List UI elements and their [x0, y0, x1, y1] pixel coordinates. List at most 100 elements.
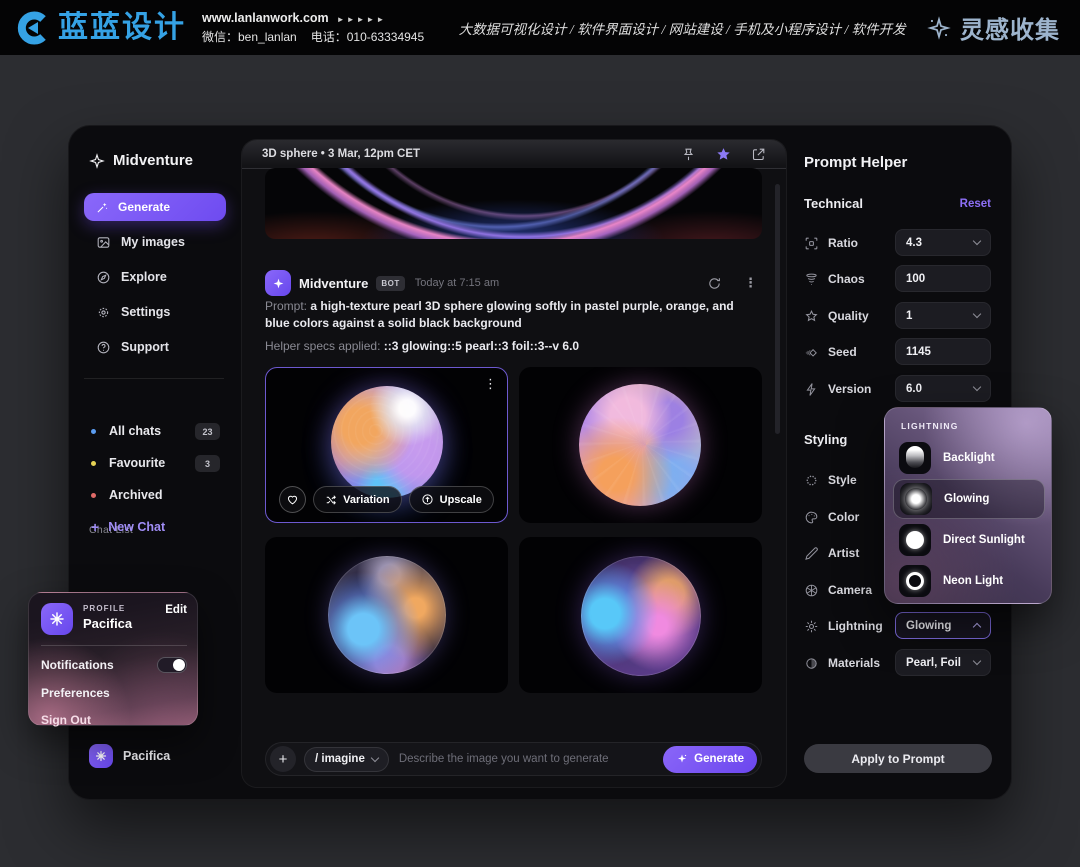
- bot-message-header: Midventure BOT Today at 7:15 am ⋮: [265, 270, 765, 296]
- quality-label: Quality: [828, 309, 869, 323]
- sidebar-item-generate[interactable]: Generate: [84, 193, 226, 221]
- site-logo[interactable]: 蓝蓝设计: [14, 10, 186, 46]
- sidebar-item-label: Support: [121, 340, 169, 354]
- swirl-sphere-image: [579, 384, 701, 506]
- red-dot-icon: [91, 493, 96, 498]
- materials-label: Materials: [828, 656, 880, 670]
- profile-kicker: PROFILE: [83, 604, 132, 613]
- chevron-up-icon: [973, 623, 981, 631]
- app-brand-name: Midventure: [113, 152, 193, 169]
- variation-button[interactable]: Variation: [313, 486, 401, 513]
- compass-icon: [96, 270, 111, 285]
- seed-layers-icon: [804, 345, 819, 360]
- apply-to-prompt-button[interactable]: Apply to Prompt: [804, 744, 992, 773]
- panel-title: Prompt Helper: [804, 154, 907, 171]
- regenerate-icon[interactable]: [707, 276, 722, 291]
- chat-scrollbar[interactable]: [775, 184, 780, 434]
- midventure-logo-icon: [89, 153, 105, 169]
- lighting-option-glowing[interactable]: Glowing: [893, 479, 1045, 519]
- new-chat-button[interactable]: + New Chat: [91, 516, 165, 538]
- materials-value: Pearl, Foil: [906, 657, 961, 669]
- shuffle-icon: [325, 494, 337, 506]
- ratio-crop-icon: [804, 236, 819, 251]
- generated-image-3[interactable]: [265, 537, 508, 693]
- materials-select[interactable]: Pearl, Foil: [895, 649, 991, 676]
- upscale-label: Upscale: [440, 494, 482, 506]
- prompt-label: Prompt:: [265, 299, 307, 313]
- generate-label: Generate: [694, 753, 744, 765]
- lighting-option-direct-sunlight[interactable]: Direct Sunlight: [893, 520, 1045, 560]
- chaos-input[interactable]: 100: [895, 265, 991, 292]
- arrow-decoration: ►►►►►: [337, 15, 387, 24]
- generated-image-4[interactable]: [519, 537, 762, 693]
- artist-label: Artist: [828, 546, 859, 560]
- ratio-select[interactable]: 4.3: [895, 229, 991, 256]
- chat-filter-label: Favourite: [109, 456, 165, 470]
- palette-icon: [804, 510, 819, 525]
- helper-specs-block: Helper specs applied: ::3 glowing::5 pea…: [265, 339, 750, 353]
- lighting-option-backlight[interactable]: Backlight: [893, 438, 1045, 478]
- notifications-toggle[interactable]: [157, 657, 187, 673]
- inspiration-collect[interactable]: 灵感收集: [926, 10, 1060, 45]
- profile-edit-button[interactable]: Edit: [165, 604, 187, 616]
- seed-input[interactable]: 1145: [895, 338, 991, 365]
- chat-filter-label: All chats: [109, 424, 161, 438]
- message-timestamp: Today at 7:15 am: [415, 277, 499, 289]
- notifications-row: Notifications: [41, 655, 187, 675]
- image-kebab-icon[interactable]: ⋮: [484, 376, 497, 392]
- camera-label: Camera: [828, 583, 872, 597]
- version-row: Version 6.0: [804, 375, 991, 403]
- generated-image-large[interactable]: [265, 168, 762, 239]
- version-select[interactable]: 6.0: [895, 375, 991, 402]
- preferences-item[interactable]: Preferences: [41, 683, 187, 703]
- share-icon[interactable]: [751, 147, 766, 162]
- version-label: Version: [828, 382, 871, 396]
- lighting-popup: LIGHTNING Backlight Glowing Direct Sunli…: [884, 407, 1052, 604]
- chat-filter-all-chats[interactable]: All chats: [91, 420, 161, 442]
- lighting-row: Lightning Glowing: [804, 612, 991, 640]
- like-button[interactable]: [279, 486, 306, 513]
- sidebar-user[interactable]: Pacifica: [89, 744, 170, 768]
- quality-select[interactable]: 1: [895, 302, 991, 329]
- chat-filter-archived[interactable]: Archived: [91, 484, 163, 506]
- generate-button[interactable]: Generate: [663, 746, 757, 773]
- phone-number: 电话：010-63334945: [311, 30, 424, 44]
- pin-icon[interactable]: [681, 147, 696, 162]
- chat-filter-label: Archived: [109, 488, 163, 502]
- star-favourite-icon[interactable]: [715, 146, 732, 163]
- generated-image-1[interactable]: ⋮ Variation: [265, 367, 508, 523]
- seed-label: Seed: [828, 345, 857, 359]
- yellow-dot-icon: [91, 461, 96, 466]
- sign-out-item[interactable]: Sign Out: [41, 710, 187, 730]
- sidebar-item-explore[interactable]: Explore: [84, 265, 167, 289]
- pearl-sphere-image: [331, 386, 443, 498]
- prompt-input[interactable]: [397, 752, 655, 766]
- lighting-option-neon-light[interactable]: Neon Light: [893, 561, 1045, 601]
- sign-out-label: Sign Out: [41, 713, 91, 727]
- sidebar-item-label: Generate: [118, 200, 170, 214]
- reset-button[interactable]: Reset: [960, 198, 991, 210]
- chevron-down-icon: [371, 754, 379, 762]
- version-value: 6.0: [906, 383, 922, 395]
- chevron-down-icon: [973, 383, 981, 391]
- command-selector[interactable]: / imagine: [304, 747, 389, 772]
- technical-section-header: Technical Reset: [804, 196, 991, 211]
- aperture-icon: [804, 583, 819, 598]
- chat-title: 3D sphere • 3 Mar, 12pm CET: [262, 148, 420, 160]
- sidebar-item-my-images[interactable]: My images: [84, 230, 185, 254]
- chaos-tornado-icon: [804, 272, 819, 287]
- website-url[interactable]: www.lanlanwork.com: [202, 11, 329, 25]
- sidebar-item-settings[interactable]: Settings: [84, 300, 170, 324]
- attach-button[interactable]: +: [270, 746, 296, 772]
- generated-image-2[interactable]: [519, 367, 762, 523]
- chevron-down-icon: [973, 657, 981, 665]
- upscale-button[interactable]: Upscale: [409, 486, 494, 513]
- ratio-label: Ratio: [828, 236, 858, 250]
- message-kebab-icon[interactable]: ⋮: [744, 275, 757, 291]
- chat-filter-favourite[interactable]: Favourite: [91, 452, 165, 474]
- chaos-label: Chaos: [828, 272, 865, 286]
- materials-disc-icon: [804, 656, 819, 671]
- lighting-option-label: Neon Light: [943, 575, 1003, 587]
- sidebar-item-support[interactable]: Support: [84, 335, 169, 359]
- lighting-select[interactable]: Glowing: [895, 612, 991, 639]
